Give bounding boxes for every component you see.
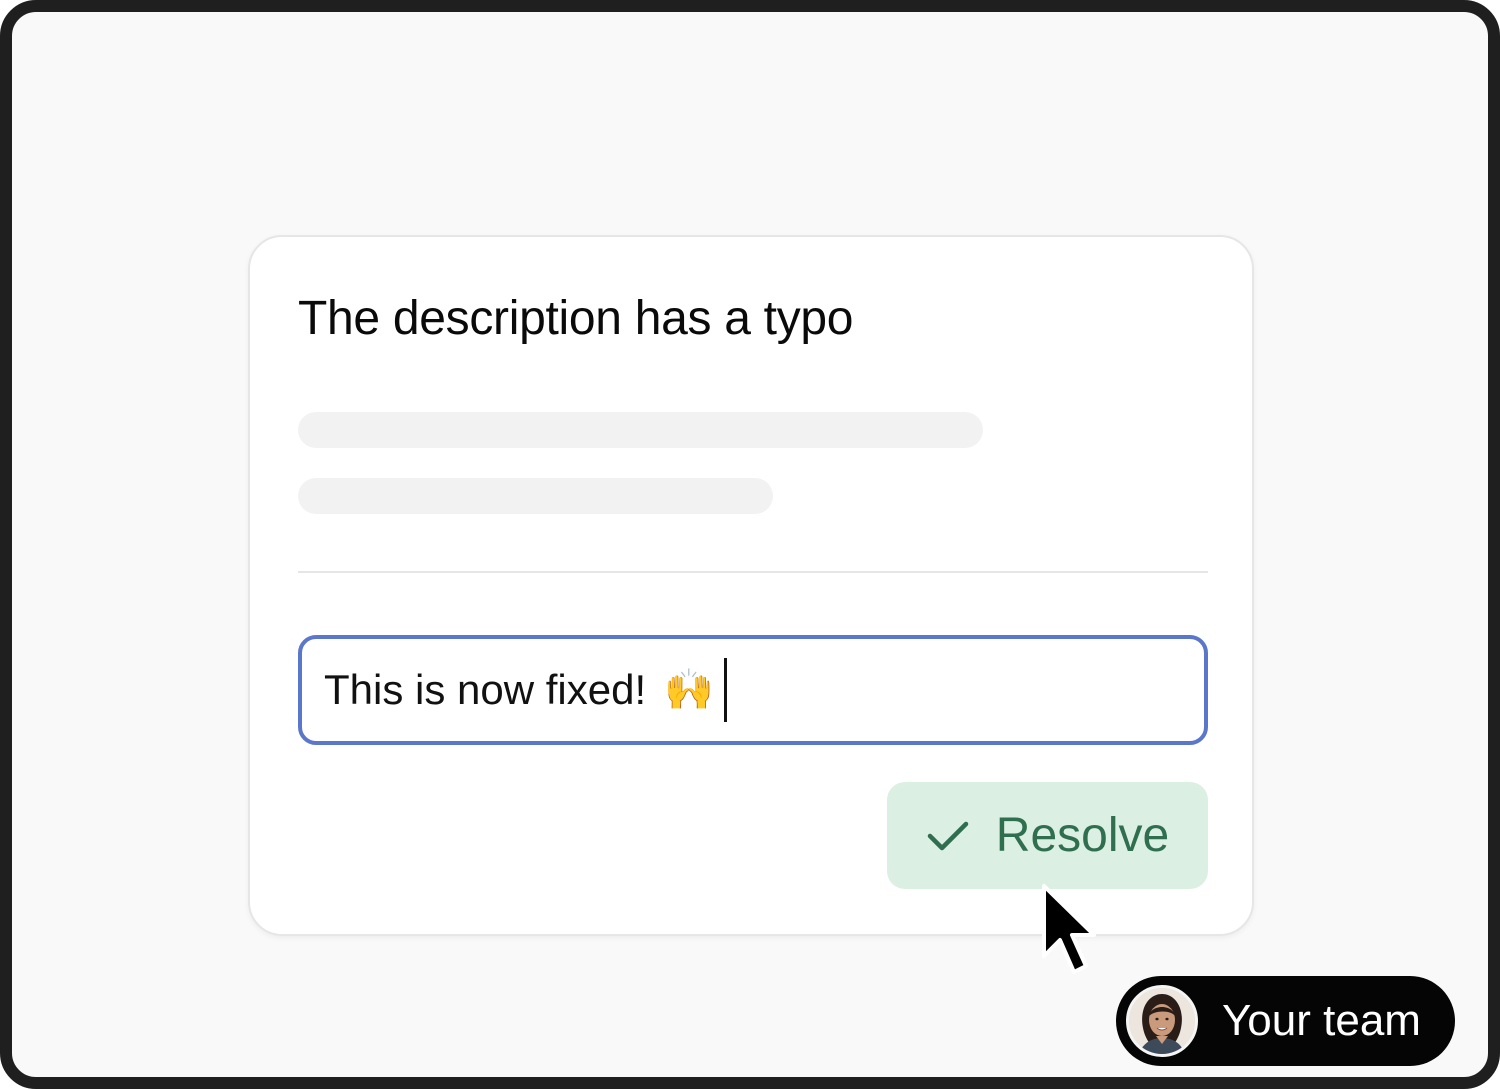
check-icon — [927, 821, 969, 850]
comment-title: The description has a typo — [298, 292, 854, 345]
divider — [298, 571, 1208, 573]
resolve-button-label: Resolve — [995, 809, 1170, 862]
resolve-button[interactable]: Resolve — [887, 782, 1208, 889]
reply-input[interactable]: This is now fixed! 🙌 — [298, 635, 1208, 745]
mouse-cursor-icon — [1042, 884, 1096, 974]
skeleton-line — [298, 412, 983, 448]
avatar — [1126, 985, 1198, 1057]
comment-card: The description has a typo This is now f… — [248, 235, 1254, 936]
skeleton-line — [298, 478, 773, 514]
raising-hands-emoji: 🙌 — [664, 668, 714, 712]
avatar-photo — [1129, 988, 1195, 1054]
reply-input-text: This is now fixed! — [324, 666, 647, 713]
text-caret — [723, 658, 727, 722]
team-badge: Your team — [1116, 976, 1455, 1066]
app-frame: The description has a typo This is now f… — [0, 0, 1500, 1089]
team-badge-label: Your team — [1222, 996, 1421, 1045]
